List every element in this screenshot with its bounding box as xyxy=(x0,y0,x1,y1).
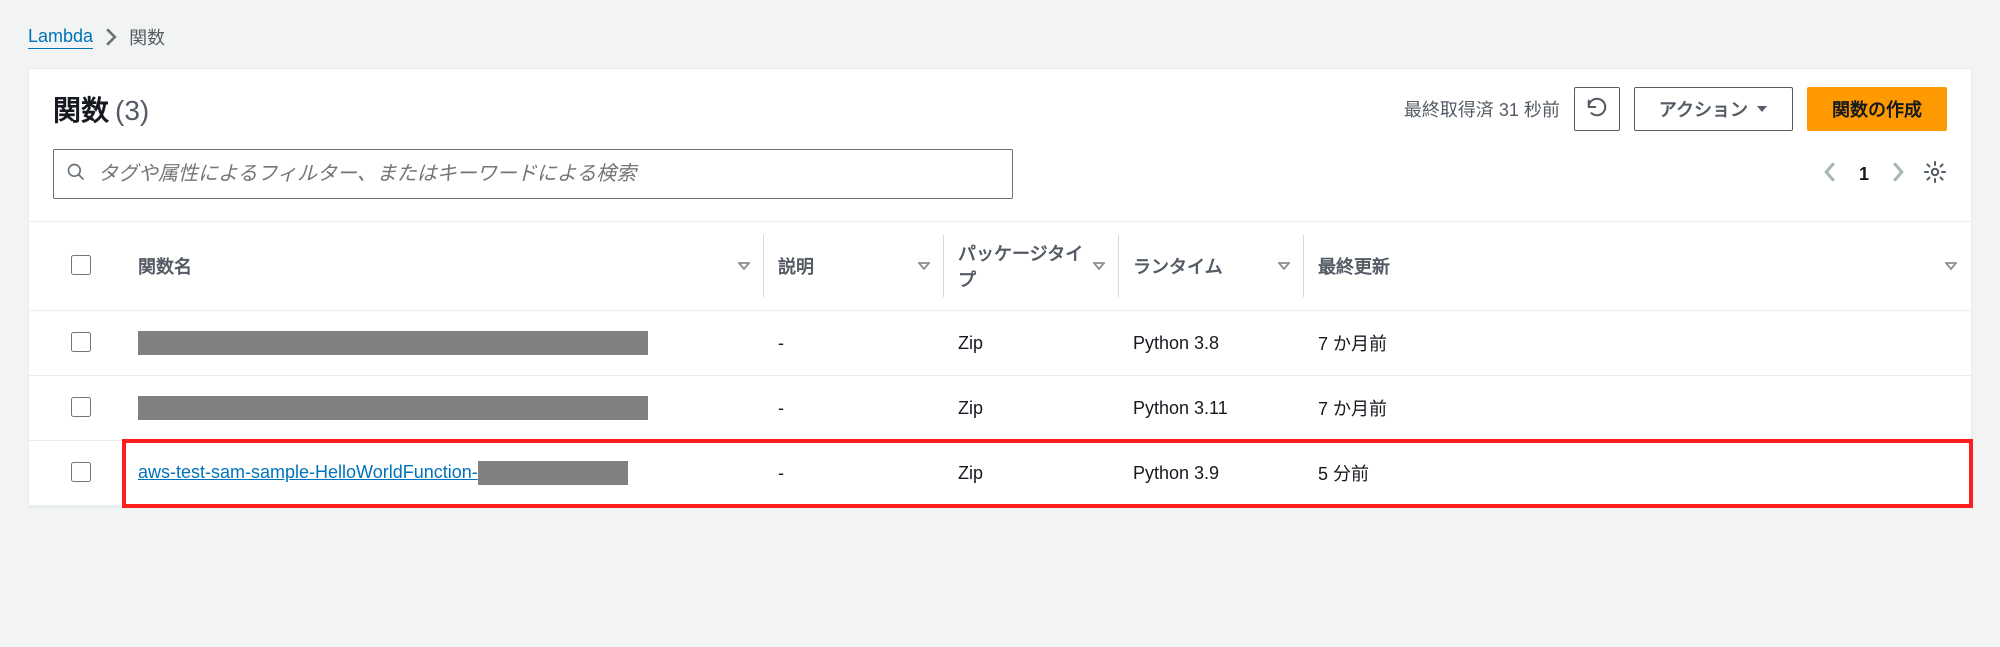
sort-icon xyxy=(1278,256,1290,277)
breadcrumb-current: 関数 xyxy=(129,24,165,50)
cell-function-name: aws-test-sam-sample-HelloWorldFunction- xyxy=(124,441,764,506)
select-all-checkbox[interactable] xyxy=(71,255,91,275)
row-select-checkbox[interactable] xyxy=(71,332,91,352)
redacted-suffix xyxy=(478,461,628,485)
page-number: 1 xyxy=(1859,164,1869,185)
chevron-right-icon xyxy=(105,28,117,46)
cell-function-name xyxy=(124,311,764,376)
breadcrumb: Lambda 関数 xyxy=(28,24,1972,50)
cell-package-type: Zip xyxy=(944,376,1119,441)
cell-runtime: Python 3.11 xyxy=(1119,376,1304,441)
cell-description: - xyxy=(764,376,944,441)
column-header-last-modified[interactable]: 最終更新 xyxy=(1304,222,1971,311)
column-header-name[interactable]: 関数名 xyxy=(124,222,764,311)
pagination: 1 xyxy=(1823,162,1905,187)
cell-last-modified: 7 か月前 xyxy=(1304,376,1971,441)
cell-runtime: Python 3.9 xyxy=(1119,441,1304,506)
functions-panel: 関数 (3) 最終取得済 31 秒前 アクション 関数の作成 xyxy=(28,68,1972,507)
sort-icon xyxy=(738,256,750,277)
actions-label: アクション xyxy=(1659,96,1748,122)
column-header-runtime[interactable]: ランタイム xyxy=(1119,222,1304,311)
page-next-button[interactable] xyxy=(1891,162,1905,187)
create-function-button[interactable]: 関数の作成 xyxy=(1807,87,1947,131)
search-icon xyxy=(66,162,86,187)
sort-icon xyxy=(918,256,930,277)
cell-last-modified: 7 か月前 xyxy=(1304,311,1971,376)
search-input[interactable] xyxy=(96,162,1000,187)
cell-package-type: Zip xyxy=(944,311,1119,376)
page-prev-button[interactable] xyxy=(1823,162,1837,187)
function-name-link[interactable]: aws-test-sam-sample-HelloWorldFunction- xyxy=(138,462,478,482)
sort-icon xyxy=(1945,256,1957,277)
cell-function-name xyxy=(124,376,764,441)
table-row: aws-test-sam-sample-HelloWorldFunction- -… xyxy=(29,441,1971,506)
actions-dropdown-button[interactable]: アクション xyxy=(1634,87,1793,131)
cell-description: - xyxy=(764,311,944,376)
gear-icon xyxy=(1923,160,1947,184)
create-function-label: 関数の作成 xyxy=(1832,96,1922,122)
redacted-name xyxy=(138,331,648,355)
refresh-icon xyxy=(1586,96,1608,123)
cell-last-modified: 5 分前 xyxy=(1304,441,1971,506)
refresh-button[interactable] xyxy=(1574,87,1620,131)
cell-description: - xyxy=(764,441,944,506)
search-box[interactable] xyxy=(53,149,1013,199)
redacted-name xyxy=(138,396,648,420)
item-count: (3) xyxy=(115,95,149,127)
table-row: -ZipPython 3.87 か月前 xyxy=(29,311,1971,376)
settings-button[interactable] xyxy=(1923,160,1947,189)
last-fetch-text: 最終取得済 31 秒前 xyxy=(1404,96,1560,122)
column-header-package-type[interactable]: パッケージタイプ xyxy=(944,222,1119,311)
page-title: 関数 (3) xyxy=(53,89,149,129)
sort-icon xyxy=(1093,256,1105,277)
cell-runtime: Python 3.8 xyxy=(1119,311,1304,376)
functions-table: 関数名 説明 パッケージタイプ xyxy=(29,221,1971,506)
cell-package-type: Zip xyxy=(944,441,1119,506)
caret-down-icon xyxy=(1756,99,1768,120)
row-select-checkbox[interactable] xyxy=(71,397,91,417)
table-row: -ZipPython 3.117 か月前 xyxy=(29,376,1971,441)
column-header-description[interactable]: 説明 xyxy=(764,222,944,311)
row-select-checkbox[interactable] xyxy=(71,462,91,482)
breadcrumb-service-link[interactable]: Lambda xyxy=(28,26,93,49)
